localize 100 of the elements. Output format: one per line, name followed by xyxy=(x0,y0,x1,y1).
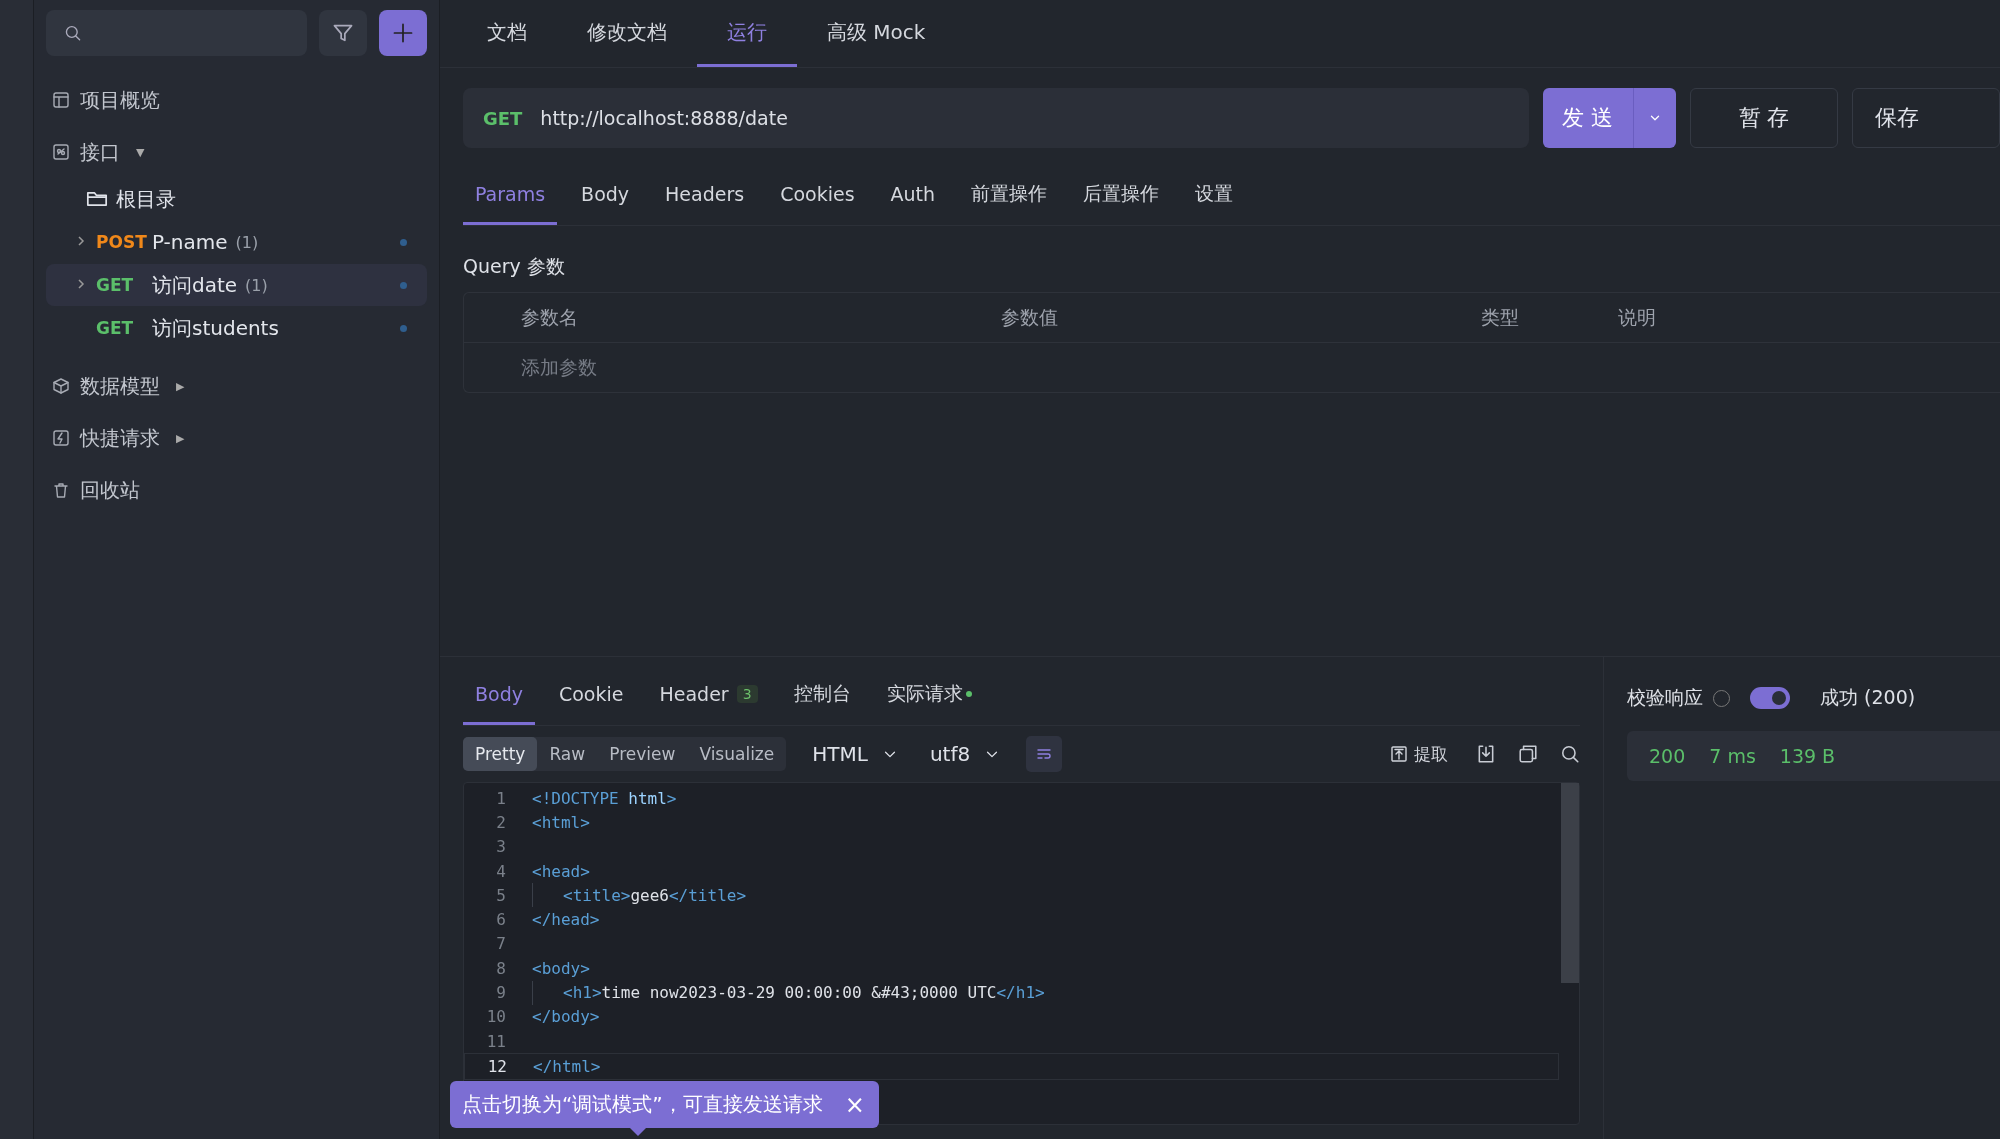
url-text: http://localhost:8888/date xyxy=(540,107,788,129)
language-select[interactable]: HTML xyxy=(806,741,904,767)
wrap-button[interactable] xyxy=(1026,736,1063,772)
column-header: 参数值 xyxy=(1001,304,1059,330)
copy-button[interactable] xyxy=(1518,744,1538,764)
tab[interactable]: Cookie xyxy=(546,665,636,725)
caret-icon: ▶ xyxy=(176,431,185,445)
url-field[interactable]: GET http://localhost:8888/date xyxy=(463,88,1529,148)
scrollbar[interactable] xyxy=(1561,783,1579,983)
api-item[interactable]: POST P-name (1) xyxy=(46,221,427,263)
validate-label: 校验响应 xyxy=(1627,685,1703,710)
line-number: 5 xyxy=(495,885,506,905)
tab[interactable]: 设置 xyxy=(1183,165,1246,225)
line-number: 4 xyxy=(495,861,506,881)
api-icon xyxy=(52,143,70,161)
api-item[interactable]: GET 访问students xyxy=(46,307,427,349)
api-item[interactable]: GET 访问date (1) xyxy=(46,264,427,306)
code-line: <body> xyxy=(532,958,590,978)
format-tab[interactable]: Pretty xyxy=(463,737,538,771)
sidebar-item[interactable]: 回收站 xyxy=(52,464,427,516)
code-line: </html> xyxy=(533,1056,601,1076)
code-line: <title>gee6</title> xyxy=(563,885,747,905)
code-line: <h1>time now2023-03-29 00:00:00 &#43;0000 UTC</h1> xyxy=(563,983,1045,1002)
result-label: 成功 (200) xyxy=(1820,685,1916,710)
tab[interactable]: Cookies xyxy=(768,165,867,225)
line-number: 7 xyxy=(495,934,506,954)
api-name: 访问date xyxy=(152,271,238,299)
download-button[interactable] xyxy=(1476,744,1496,764)
format-tab[interactable]: Visualize xyxy=(687,737,787,771)
column-header: 说明 xyxy=(1618,304,1657,330)
tooltip-text: 点击切换为“调试模式”，可直接发送请求 xyxy=(462,1091,823,1118)
api-name: 访问students xyxy=(152,314,279,342)
tab[interactable]: Header 3 xyxy=(647,665,770,725)
add-button[interactable] xyxy=(379,10,427,56)
sidebar-item[interactable]: 数据模型 ▶ xyxy=(52,360,427,412)
format-tab[interactable]: Raw xyxy=(537,737,598,771)
api-name: P-name xyxy=(152,230,228,254)
caret-icon: ▶ xyxy=(176,379,185,393)
section-title: Query 参数 xyxy=(463,254,566,279)
count-label: (1) xyxy=(245,275,268,295)
close-button[interactable]: × xyxy=(844,1090,865,1119)
search-field[interactable] xyxy=(46,10,307,56)
extract-button[interactable]: 提取 xyxy=(1384,741,1454,767)
stat-value: 7 ms xyxy=(1709,745,1756,767)
search-button[interactable] xyxy=(1560,744,1580,764)
line-number: 9 xyxy=(495,983,506,1002)
tab[interactable]: 运行 xyxy=(697,0,797,67)
encoding-select[interactable]: utf8 xyxy=(923,741,1007,767)
tab[interactable]: Headers xyxy=(653,165,757,225)
tab[interactable]: 前置操作 xyxy=(959,165,1060,225)
cube-icon xyxy=(52,377,70,395)
folder-item[interactable]: 根目录 xyxy=(86,178,427,220)
line-number: 2 xyxy=(495,812,506,832)
tab[interactable]: Body xyxy=(463,665,535,725)
format-tab[interactable]: Preview xyxy=(597,737,688,771)
trash-icon xyxy=(52,481,70,499)
save-button[interactable]: 保存 xyxy=(1852,88,2000,148)
line-number: 8 xyxy=(495,958,506,978)
sidebar-item[interactable]: 项目概览 xyxy=(52,74,427,126)
line-number: 12 xyxy=(486,1056,507,1076)
tab[interactable]: Params xyxy=(463,165,558,225)
chevron-icon xyxy=(76,235,86,247)
method-label: GET xyxy=(96,318,135,338)
line-number: 11 xyxy=(485,1031,506,1051)
tab[interactable]: 后置操作 xyxy=(1071,165,1172,225)
add-param-field[interactable]: 添加参数 xyxy=(521,354,1001,381)
stash-button[interactable]: 暂 存 xyxy=(1690,88,1838,148)
chevron-icon xyxy=(76,278,86,290)
filter-button[interactable] xyxy=(319,10,367,56)
status-dot xyxy=(400,324,407,332)
line-number: 3 xyxy=(495,837,506,857)
line-number: 10 xyxy=(485,1007,506,1027)
sidebar-item[interactable]: 快捷请求 ▶ xyxy=(52,412,427,464)
tab[interactable]: 实际请求 xyxy=(874,665,984,725)
tab[interactable]: 控制台 xyxy=(781,665,863,725)
tab[interactable]: Body xyxy=(569,165,642,225)
method-label: GET xyxy=(483,107,523,129)
download-icon xyxy=(1476,744,1496,764)
tab[interactable]: Auth xyxy=(878,165,948,225)
count-badge: 3 xyxy=(736,684,758,703)
tab[interactable]: 高级 Mock xyxy=(797,0,956,67)
tab[interactable]: 修改文档 xyxy=(557,0,697,67)
filter-icon xyxy=(332,22,354,44)
extract-icon xyxy=(1390,745,1408,763)
toggle-switch[interactable] xyxy=(1750,687,1790,709)
status-dot xyxy=(400,281,407,289)
code-line: <html> xyxy=(532,812,590,832)
count-label: (1) xyxy=(235,232,259,252)
code-line: </body> xyxy=(532,1007,600,1027)
send-button[interactable]: 发 送 xyxy=(1542,88,1676,148)
method-label: GET xyxy=(96,275,135,295)
status-dot xyxy=(400,238,407,246)
stat-value: 139 B xyxy=(1779,745,1836,767)
tab[interactable]: 文档 xyxy=(457,0,557,67)
sidebar-item[interactable]: 接口 ▼ xyxy=(52,126,427,178)
column-header: 类型 xyxy=(1481,304,1520,330)
plus-icon xyxy=(392,22,414,44)
search-icon xyxy=(64,23,82,43)
code-line: </head> xyxy=(532,910,600,930)
copy-icon xyxy=(1518,744,1538,764)
